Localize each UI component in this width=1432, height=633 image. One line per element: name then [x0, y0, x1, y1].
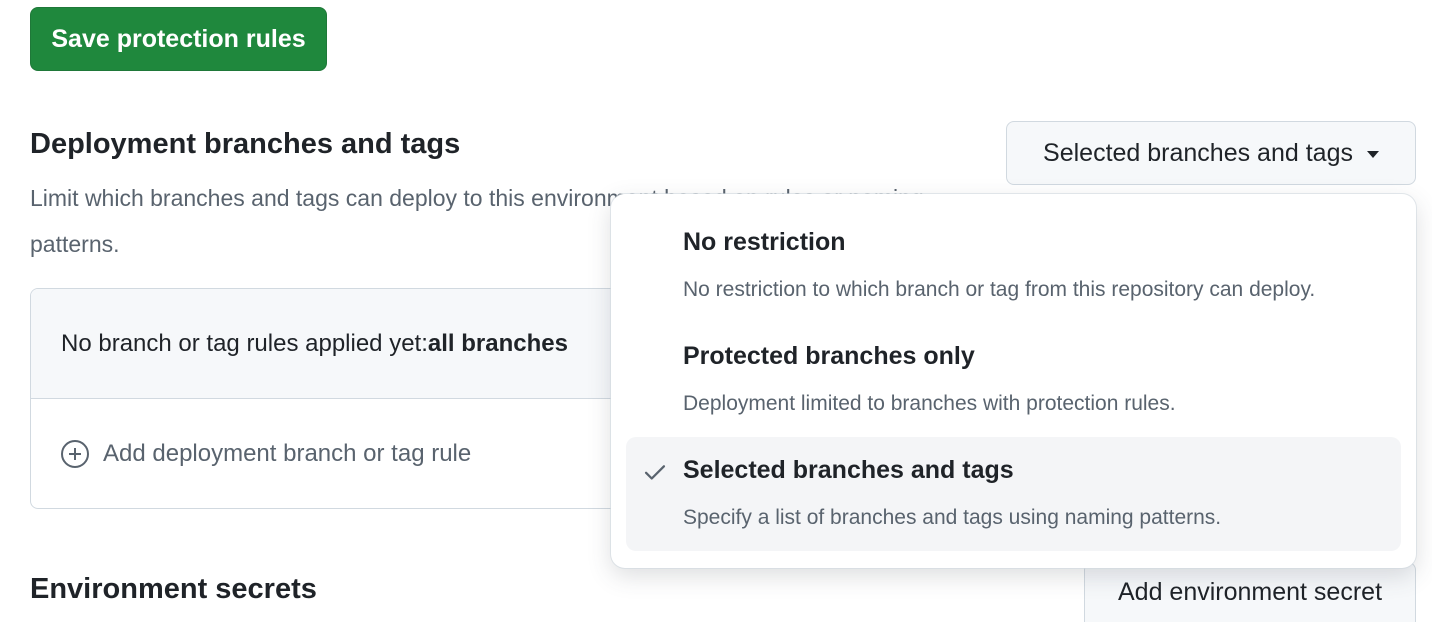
rules-empty-state: No branch or tag rules applied yet: all …	[31, 289, 689, 399]
add-environment-secret-button[interactable]: Add environment secret	[1084, 562, 1416, 622]
menu-option-description: Specify a list of branches and tags usin…	[683, 506, 1222, 529]
menu-option-label: Protected branches only	[683, 342, 975, 370]
menu-option-no-restriction[interactable]: No restriction No restriction to which b…	[626, 209, 1401, 323]
deployment-branch-select[interactable]: Selected branches and tags	[1006, 121, 1416, 185]
chevron-down-icon	[1366, 150, 1379, 158]
add-deployment-rule-button[interactable]: Add deployment branch or tag rule	[31, 399, 689, 508]
menu-option-protected-branches[interactable]: Protected branches only Deployment limit…	[626, 323, 1401, 437]
deployment-section-title: Deployment branches and tags	[30, 128, 461, 160]
add-deployment-rule-label: Add deployment branch or tag rule	[103, 440, 472, 467]
menu-option-description: No restriction to which branch or tag fr…	[683, 278, 1316, 301]
check-icon	[644, 465, 666, 480]
deployment-branch-dropdown-menu: No restriction No restriction to which b…	[611, 194, 1416, 568]
menu-option-label: No restriction	[683, 228, 846, 256]
branch-select-label: Selected branches and tags	[1043, 138, 1353, 167]
menu-option-selected-branches[interactable]: Selected branches and tags Specify a lis…	[626, 437, 1401, 551]
branch-rules-panel: No branch or tag rules applied yet: all …	[30, 288, 690, 509]
save-protection-rules-button[interactable]: Save protection rules	[30, 7, 327, 71]
page: Save protection rules Deployment branche…	[0, 0, 1432, 633]
menu-option-label: Selected branches and tags	[683, 456, 1014, 484]
plus-circle-icon	[61, 440, 89, 468]
environment-secrets-title: Environment secrets	[30, 573, 317, 605]
rules-empty-text: No branch or tag rules applied yet:	[61, 329, 428, 357]
rules-empty-text-bold: all branches	[427, 329, 568, 357]
menu-option-description: Deployment limited to branches with prot…	[683, 392, 1176, 415]
